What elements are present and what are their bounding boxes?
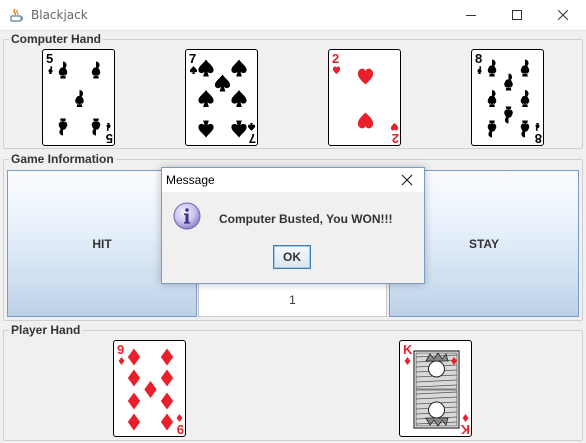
clubs-pip [520,120,530,138]
message-dialog: Message Computer Busted, You WON!!! OK [161,167,425,284]
clubs-pip [91,118,101,136]
card-rank-top: K [403,342,413,357]
clubs-pip [520,89,530,108]
maximize-button[interactable] [494,0,540,31]
card-face: 88 [475,51,542,146]
computer-hand-label: Computer Hand [9,32,103,46]
dialog-title: Message [166,173,215,187]
card-rank-top: 5 [46,51,53,66]
diamonds-pip [176,413,183,423]
close-icon[interactable] [399,172,415,188]
clubs-pip [48,65,53,75]
clubs-pip [75,89,84,108]
ok-button[interactable]: OK [273,245,311,269]
clubs-pip [487,89,497,108]
player-card-1: 99 [113,340,186,437]
player-hand-label: Player Hand [9,323,83,337]
clubs-pip [106,122,111,132]
hearts-pip [390,122,399,131]
card-rank-top: 8 [475,51,482,66]
hearts-pip [357,68,374,85]
card-rank-bottom: 2 [392,131,399,146]
diamonds-pip [160,392,174,410]
spades-pip [231,120,247,138]
minimize-icon [466,15,476,16]
diamonds-pip [144,380,157,399]
spades-pip [198,120,214,138]
diamonds-pip [160,413,174,431]
diamonds-pip [160,348,174,366]
card-rank-bottom: 7 [249,131,256,146]
computer-card-3: 22 [328,49,401,146]
clubs-pip [487,120,497,138]
clubs-pip [58,118,68,136]
spades-pip [198,59,214,77]
diamonds-pip [462,413,469,423]
maximize-icon [512,10,522,20]
spades-pip [231,89,247,108]
clubs-pip [477,65,482,75]
card-rank-bottom: 9 [177,422,184,437]
card-rank-top: 9 [117,342,124,357]
spades-pip [231,59,247,77]
hearts-pip [357,112,374,129]
diamonds-pip [127,369,141,387]
card-rank-bottom: K [460,422,470,437]
dialog-titlebar: Message [162,168,424,192]
diamonds-pip [127,413,141,431]
spades-pip [198,89,214,108]
java-icon [10,8,24,22]
game-info-label: Game Information [9,152,116,166]
clubs-pip [504,73,513,91]
clubs-pip [487,59,497,77]
computer-card-2: 77 [185,49,258,146]
diamonds-pip [160,369,174,387]
card-face: KK [403,342,470,437]
clubs-pip [504,106,513,124]
window-title: Blackjack [31,8,88,22]
spades-pip [189,65,198,75]
diamonds-pip [127,392,141,410]
clubs-pip [58,61,68,79]
window-titlebar: Blackjack [0,0,586,31]
minimize-button[interactable] [448,0,494,31]
card-face: 77 [189,51,256,146]
diamonds-pip [404,356,411,366]
card-rank-bottom: 5 [106,131,113,146]
computer-card-4: 88 [471,49,544,146]
card-face: 99 [117,342,184,437]
diamonds-pip [127,348,141,366]
card-face: 55 [46,51,113,146]
card-rank-bottom: 8 [535,131,542,146]
spades-pip [247,122,256,132]
dialog-message: Computer Busted, You WON!!! [219,212,393,226]
close-icon [558,10,568,20]
card-rank-top: 2 [332,51,339,66]
clubs-pip [91,61,101,79]
computer-card-1: 55 [42,49,115,146]
clubs-pip [520,59,530,77]
diamonds-pip [118,356,125,366]
close-button[interactable] [540,0,586,31]
card-rank-top: 7 [189,51,196,66]
player-card-2: KK [399,340,472,437]
hearts-pip [332,66,341,75]
spades-pip [214,74,231,92]
count-field: 1 [198,283,387,317]
card-face: 22 [332,51,399,146]
player-hand-panel: Player Hand [3,323,583,441]
info-icon [173,202,201,230]
clubs-pip [535,122,540,132]
